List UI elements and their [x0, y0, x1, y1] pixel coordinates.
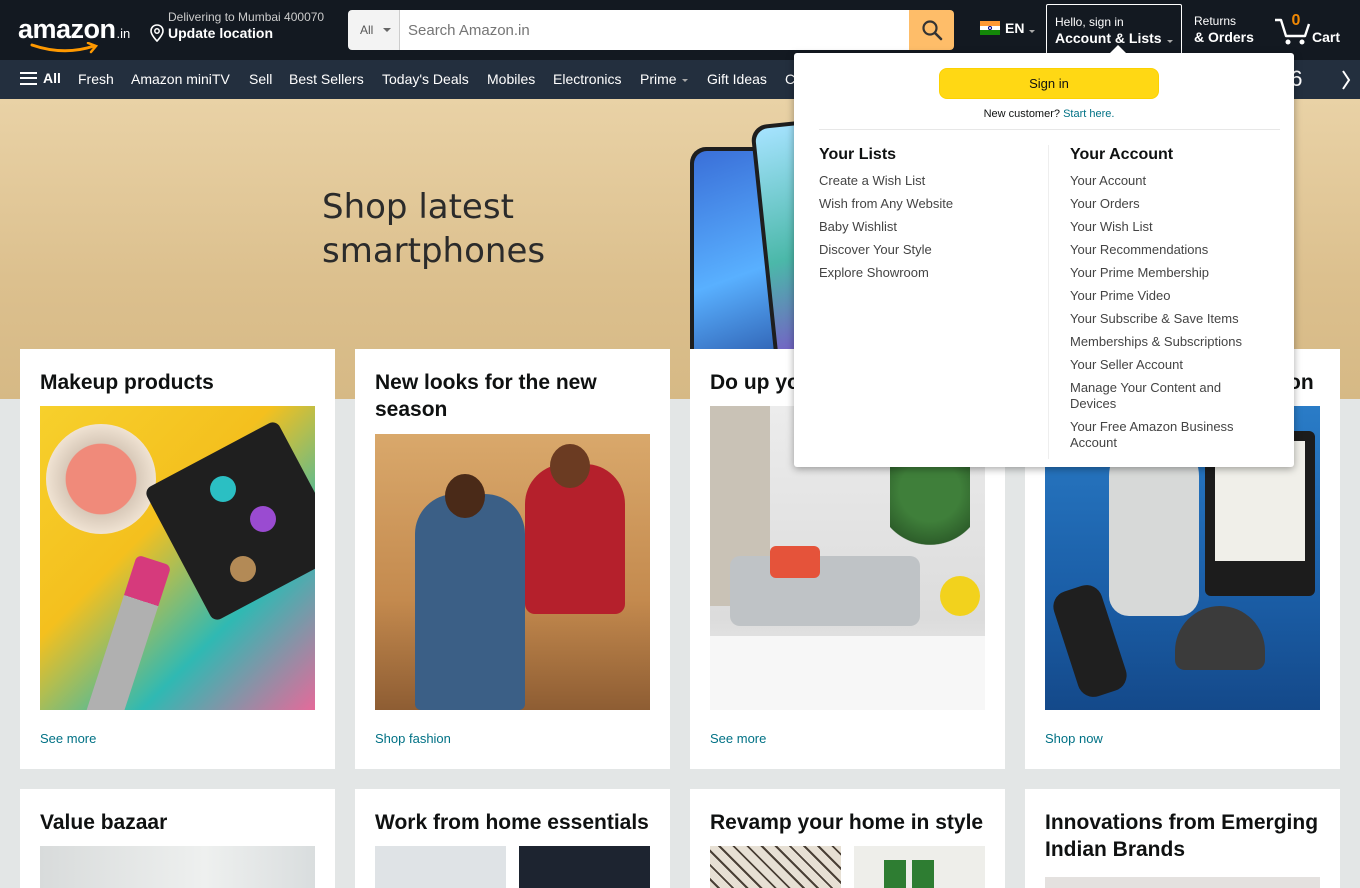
- hamburger-icon: [20, 71, 37, 85]
- nav-link-gift-ideas[interactable]: Gift Ideas: [707, 71, 767, 87]
- account-item[interactable]: Your Recommendations: [1070, 242, 1270, 258]
- nav-link-best-sellers[interactable]: Best Sellers: [289, 71, 364, 87]
- top-nav: amazon.in Delivering to Mumbai 400070 Up…: [0, 0, 1360, 60]
- logo-wordmark: amazon: [18, 14, 116, 44]
- new-customer-label: New customer?: [983, 108, 1060, 120]
- flyout-column-divider: [1048, 145, 1049, 459]
- cart-label: Cart: [1312, 29, 1341, 45]
- hero-headline-line1: Shop latest: [322, 187, 514, 227]
- nav-link-todays-deals[interactable]: Today's Deals: [382, 71, 469, 87]
- account-item[interactable]: Your Prime Membership: [1070, 265, 1270, 281]
- delivery-update-location: Update location: [168, 25, 274, 41]
- card-emerging-brands: Innovations from Emerging Indian Brands: [1025, 789, 1340, 888]
- your-account-column: Your Account Your Account Your Orders Yo…: [1070, 145, 1270, 458]
- account-item[interactable]: Your Orders: [1070, 196, 1270, 212]
- search-input[interactable]: [400, 10, 909, 50]
- delivery-location[interactable]: Delivering to Mumbai 400070 Update locat…: [146, 10, 324, 52]
- chevron-right-icon[interactable]: [1340, 69, 1352, 91]
- search-button[interactable]: [909, 10, 954, 50]
- account-item[interactable]: Your Seller Account: [1070, 357, 1270, 373]
- nav-link-prime[interactable]: Prime: [640, 71, 688, 87]
- language-selector[interactable]: EN: [980, 20, 1036, 36]
- account-item[interactable]: Your Free Amazon Business Account: [1070, 419, 1270, 451]
- account-item[interactable]: Manage Your Content and Devices: [1070, 380, 1270, 412]
- lists-item[interactable]: Create a Wish List: [819, 173, 1039, 189]
- nav-link-electronics[interactable]: Electronics: [553, 71, 621, 87]
- your-lists-heading: Your Lists: [819, 146, 897, 163]
- chevron-down-icon: [383, 28, 392, 32]
- card-makeup: Makeup products See more: [20, 349, 335, 769]
- account-item[interactable]: Your Subscribe & Save Items: [1070, 311, 1270, 327]
- account-item[interactable]: Memberships & Subscriptions: [1070, 334, 1270, 350]
- cart-button[interactable]: 0 Cart: [1272, 8, 1348, 52]
- nav-link-sell[interactable]: Sell: [249, 71, 272, 87]
- logo-tld: .in: [116, 26, 131, 41]
- card-image[interactable]: [40, 846, 315, 888]
- card-value-bazaar: Value bazaar: [20, 789, 335, 888]
- start-here-link[interactable]: Start here.: [1063, 108, 1114, 120]
- chevron-down-icon: [1166, 40, 1173, 43]
- search-category-label: All: [360, 23, 374, 37]
- new-customer-text: New customer? Start here.: [794, 108, 1304, 120]
- lists-item[interactable]: Wish from Any Website: [819, 196, 1039, 212]
- location-pin-icon: [150, 24, 164, 42]
- amazon-logo[interactable]: amazon.in: [14, 8, 134, 54]
- card-fashion: New looks for the new season Shop fashio…: [355, 349, 670, 769]
- logo-smile-icon: [30, 42, 99, 54]
- card-image[interactable]: [1045, 877, 1320, 888]
- card-link[interactable]: Shop now: [1045, 731, 1103, 746]
- search-icon: [921, 20, 942, 41]
- your-lists-column: Your Lists Create a Wish List Wish from …: [819, 145, 1039, 288]
- your-account-heading: Your Account: [1070, 146, 1174, 163]
- all-menu-label: All: [43, 70, 61, 86]
- flyout-arrow: [1110, 45, 1126, 53]
- nav-link-mobiles[interactable]: Mobiles: [487, 71, 535, 87]
- card-image[interactable]: [854, 846, 985, 888]
- hero-headline: Shop latest smartphones: [322, 185, 545, 273]
- card-image[interactable]: [710, 846, 841, 888]
- returns-orders-link[interactable]: Returns & Orders: [1194, 14, 1254, 46]
- lists-item[interactable]: Explore Showroom: [819, 265, 1039, 281]
- card-image[interactable]: [519, 846, 650, 888]
- language-code: EN: [1005, 20, 1025, 36]
- card-link[interactable]: See more: [710, 731, 766, 746]
- card-title: Revamp your home in style: [710, 811, 984, 834]
- nav-link-fresh[interactable]: Fresh: [78, 71, 114, 87]
- account-greeting: Hello, sign in: [1055, 15, 1124, 29]
- returns-label: Returns: [1194, 14, 1237, 28]
- chevron-down-icon: [1029, 29, 1036, 33]
- all-menu-button[interactable]: All: [20, 70, 61, 86]
- lists-item[interactable]: Discover Your Style: [819, 242, 1039, 258]
- card-title: Value bazaar: [40, 811, 168, 834]
- search-category-dropdown[interactable]: All: [348, 10, 400, 50]
- nav-link-prime-label: Prime: [640, 71, 677, 87]
- account-item[interactable]: Your Wish List: [1070, 219, 1270, 235]
- search-bar: All: [348, 10, 954, 50]
- flyout-divider: [819, 129, 1280, 130]
- card-work-from-home: Work from home essentials: [355, 789, 670, 888]
- card-image[interactable]: [40, 406, 315, 710]
- account-item[interactable]: Your Account: [1070, 173, 1270, 189]
- nav-link-minitv[interactable]: Amazon miniTV: [131, 71, 230, 87]
- chevron-down-icon: [681, 78, 688, 82]
- hero-headline-line2: smartphones: [322, 231, 546, 271]
- cart-icon: [1275, 18, 1311, 45]
- delivery-line1: Delivering to Mumbai 400070: [168, 10, 325, 24]
- sign-in-button[interactable]: Sign in: [939, 68, 1159, 99]
- card-image[interactable]: [375, 846, 506, 888]
- card-link[interactable]: See more: [40, 731, 96, 746]
- lists-item[interactable]: Baby Wishlist: [819, 219, 1039, 235]
- card-link[interactable]: Shop fashion: [375, 731, 451, 746]
- india-flag-icon: [980, 21, 1000, 36]
- card-title: New looks for the new season: [375, 371, 597, 421]
- card-title: Innovations from Emerging Indian Brands: [1045, 811, 1319, 861]
- card-image[interactable]: [375, 434, 650, 710]
- account-item[interactable]: Your Prime Video: [1070, 288, 1270, 304]
- card-title: Work from home essentials: [375, 811, 649, 834]
- card-title: Makeup products: [40, 371, 214, 394]
- account-flyout: Sign in New customer? Start here. Your L…: [794, 45, 1294, 467]
- orders-label: & Orders: [1194, 29, 1254, 45]
- card-revamp-home: Revamp your home in style: [690, 789, 1005, 888]
- account-lists-label: Account & Lists: [1055, 30, 1162, 46]
